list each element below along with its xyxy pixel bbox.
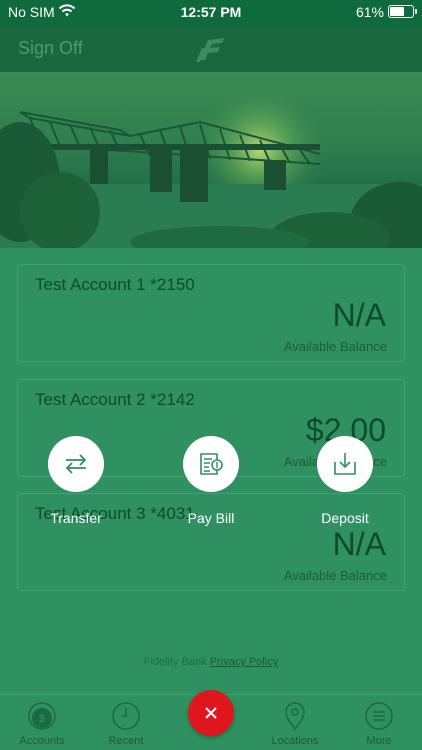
balance-label: Available Balance — [283, 568, 387, 583]
tab-accounts[interactable]: $ Accounts — [7, 701, 77, 747]
clock-icon — [111, 701, 141, 731]
privacy-policy-link[interactable]: Privacy Policy — [210, 656, 278, 668]
account-balance: N/A — [332, 297, 386, 333]
transfer-button[interactable] — [48, 436, 104, 492]
status-bar: No SIM 12:57 PM 61% — [0, 0, 422, 26]
menu-icon — [364, 701, 394, 731]
battery-icon — [388, 5, 417, 18]
tab-accounts-label: Accounts — [19, 735, 65, 747]
tab-recent-label: Recent — [108, 735, 144, 747]
hero-bridge-image — [0, 72, 422, 248]
close-menu-button[interactable] — [188, 690, 234, 736]
tab-locations[interactable]: Locations — [260, 701, 330, 747]
battery-percent: 61% — [355, 4, 384, 20]
fidelity-logo-icon — [194, 34, 226, 64]
header-bar: Sign Off — [0, 26, 422, 72]
location-pin-icon — [280, 701, 310, 731]
pay-bill-label: Pay Bill — [187, 510, 235, 526]
pay-bill-icon — [200, 453, 223, 475]
tab-locations-label: Locations — [271, 735, 319, 747]
transfer-arrows-icon — [65, 454, 87, 474]
sign-off-button[interactable]: Sign Off — [18, 38, 83, 59]
close-icon — [205, 707, 217, 719]
deposit-action[interactable]: Deposit — [290, 436, 400, 526]
pay-bill-button[interactable] — [183, 436, 239, 492]
tab-more-label: More — [366, 735, 392, 747]
svg-text:$: $ — [39, 713, 45, 725]
deposit-icon — [334, 453, 356, 475]
tab-recent[interactable]: Recent — [91, 701, 161, 747]
bank-name: Fidelity Bank — [143, 656, 207, 668]
footer: Fidelity Bank Privacy Policy — [0, 656, 422, 668]
account-card[interactable]: Test Account 1 *2150 N/A Available Balan… — [17, 264, 405, 362]
account-name: Test Account 2 *2142 — [35, 390, 195, 409]
pay-bill-action[interactable]: Pay Bill — [156, 436, 266, 526]
dollar-icon: $ — [27, 701, 57, 731]
deposit-label: Deposit — [321, 510, 369, 526]
balance-label: Available Balance — [283, 339, 387, 354]
tab-more[interactable]: More — [344, 701, 414, 747]
deposit-button[interactable] — [317, 436, 373, 492]
transfer-label: Transfer — [50, 510, 102, 526]
transfer-action[interactable]: Transfer — [21, 436, 131, 526]
account-name: Test Account 1 *2150 — [35, 275, 195, 294]
account-balance: N/A — [332, 526, 386, 562]
